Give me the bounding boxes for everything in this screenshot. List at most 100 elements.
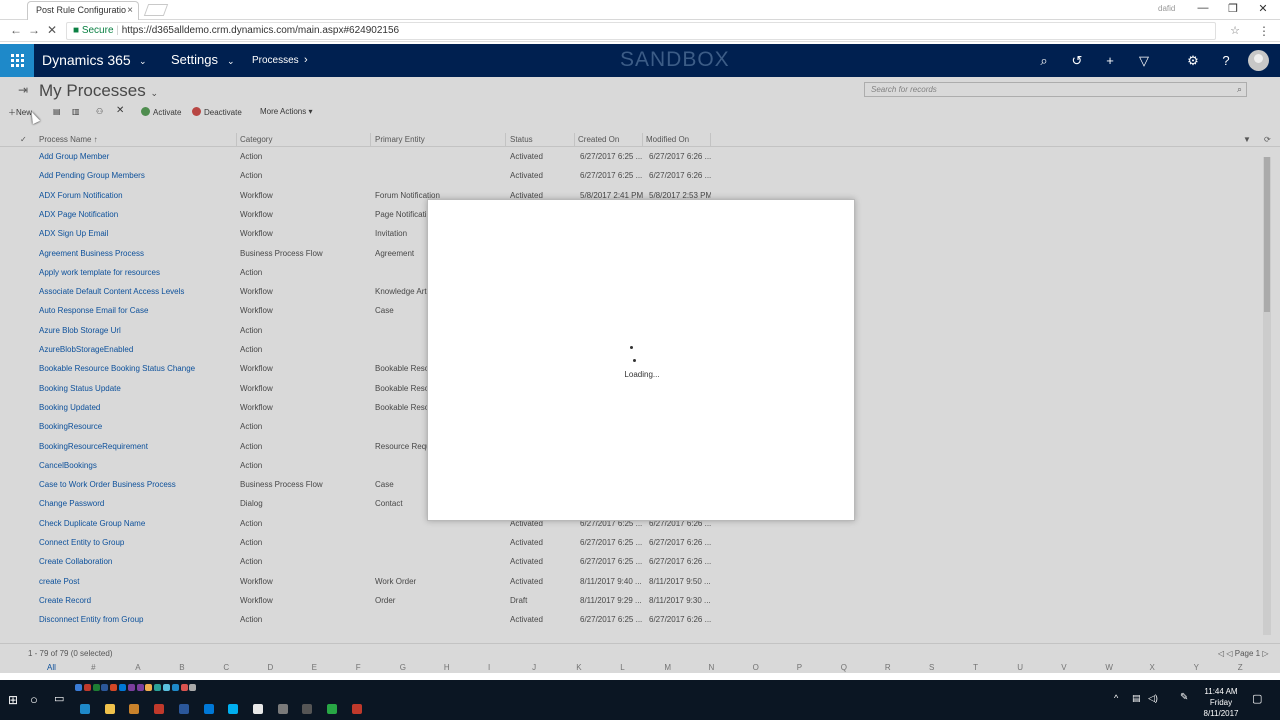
taskbar-app-icon[interactable] [178,704,189,714]
chevron-down-icon[interactable]: ⌄ [139,56,147,67]
copy-icon[interactable]: ▥ [72,107,80,116]
avatar[interactable] [1248,50,1269,71]
column-modified-on[interactable]: Modified On [646,135,689,144]
alpha-filter-item[interactable]: All [47,663,56,672]
select-all-checkbox[interactable]: ✓ [20,135,27,144]
refresh-icon[interactable]: ⟳ [1264,135,1271,144]
filter-icon[interactable]: ▼ [1243,135,1251,144]
forward-arrow-icon[interactable]: → [28,23,40,37]
task-view-icon[interactable]: ▭ [54,692,64,705]
taskbar-app-icon[interactable] [203,704,214,714]
table-row[interactable]: Create Record Workflow Order Draft 8/11/2017… [0,592,1260,611]
cell-name[interactable]: Create Collaboration [39,557,234,566]
quick-launch-icon[interactable] [154,684,162,691]
tab-close-icon[interactable]: × [127,2,133,19]
cell-name[interactable]: Add Pending Group Members [39,171,234,180]
more-actions-button[interactable]: More Actions ▾ [260,107,313,116]
quick-launch-icon[interactable] [189,684,197,691]
alpha-filter-item[interactable]: # [91,663,95,672]
cell-name[interactable]: ADX Page Notification [39,210,234,219]
column-category[interactable]: Category [240,135,272,144]
alpha-filter-item[interactable]: B [179,663,184,672]
alpha-filter-item[interactable]: W [1105,663,1113,672]
alpha-filter-item[interactable]: K [576,663,581,672]
alpha-filter-item[interactable]: D [268,663,274,672]
chevron-right-icon[interactable]: › [304,54,308,66]
alpha-filter-item[interactable]: I [488,663,490,672]
quick-launch-icon[interactable] [136,684,144,691]
quick-launch-icon[interactable] [180,684,188,691]
alpha-filter-item[interactable]: S [929,663,934,672]
taskbar-app-icon[interactable] [228,704,239,714]
table-row[interactable]: create Post Workflow Work Order Activated 8/… [0,573,1260,592]
pen-icon[interactable]: ✎ [1180,692,1188,703]
cell-name[interactable]: Agreement Business Process [39,249,234,258]
grid-scrollbar-thumb[interactable] [1264,157,1270,312]
taskbar-app-icon[interactable] [252,704,263,714]
quick-launch-icon[interactable] [83,684,91,691]
cell-name[interactable]: BookingResourceRequirement [39,442,234,451]
minimize-icon[interactable]: — [1193,2,1213,14]
quick-launch-icon[interactable] [145,684,153,691]
taskbar-app-icon[interactable] [351,704,362,714]
chevron-down-icon[interactable]: ⌄ [227,56,235,67]
alpha-filter-item[interactable]: P [797,663,802,672]
help-icon[interactable]: ? [1216,53,1236,68]
taskbar-app-icon[interactable] [80,704,90,714]
alpha-filter-item[interactable]: Z [1238,663,1243,672]
taskbar-app-icon[interactable] [277,704,288,714]
cell-name[interactable]: ADX Forum Notification [39,191,234,200]
pager[interactable]: ◁ ◁ Page 1 ▷ [1218,649,1268,658]
quick-launch-icon[interactable] [171,684,179,691]
cell-name[interactable]: ADX Sign Up Email [39,229,234,238]
cell-name[interactable]: Booking Updated [39,403,234,412]
app-launcher-icon[interactable] [0,44,34,77]
cell-name[interactable]: Connect Entity to Group [39,538,234,547]
cell-name[interactable]: BookingResource [39,422,234,431]
table-row[interactable]: Add Pending Group Members Action Activated… [0,167,1260,186]
cell-name[interactable]: Associate Default Content Access Levels [39,287,234,296]
quick-launch-icon[interactable] [92,684,100,691]
alpha-filter-item[interactable]: L [620,663,624,672]
alpha-filter-item[interactable]: H [444,663,450,672]
alpha-filter-item[interactable]: X [1150,663,1155,672]
recent-history-icon[interactable]: ↺ [1067,53,1087,69]
alpha-filter-item[interactable]: U [1017,663,1023,672]
alpha-filter-item[interactable]: C [223,663,229,672]
settings-area-menu[interactable]: Settings [171,52,218,67]
table-row[interactable]: Disconnect Entity from Group Action Activa… [0,611,1260,630]
gear-icon[interactable]: ⚙ [1183,53,1203,69]
notifications-icon[interactable]: ▢ [1252,692,1262,705]
quick-launch-icon[interactable] [110,684,118,691]
taskbar-app-icon[interactable] [327,704,337,714]
alpha-filter-item[interactable]: Q [841,663,847,672]
search-input[interactable]: Search for records ⌕ [864,82,1247,97]
browser-tab[interactable]: Post Rule Configuratio × [27,1,139,20]
column-status[interactable]: Status [510,135,533,144]
cell-name[interactable]: Booking Status Update [39,384,234,393]
edit-icon[interactable]: ▤ [53,107,61,116]
volume-icon[interactable]: ◁) [1148,693,1158,704]
column-created-on[interactable]: Created On [578,135,619,144]
browser-profile-name[interactable]: dafid [1158,4,1175,13]
alpha-filter-item[interactable]: J [532,663,536,672]
alpha-filter-item[interactable]: Y [1194,663,1199,672]
new-tab-button[interactable] [143,4,169,16]
cell-name[interactable]: Check Duplicate Group Name [39,519,234,528]
table-row[interactable]: Connect Entity to Group Action Activated 6/… [0,534,1260,553]
back-arrow-icon[interactable]: ← [10,23,22,37]
column-process-name[interactable]: Process Name ↑ [39,135,98,144]
pin-icon[interactable]: ⇥ [18,83,28,97]
cell-name[interactable]: create Post [39,577,234,586]
search-icon[interactable]: ⌕ [1237,83,1242,96]
breadcrumb-processes[interactable]: Processes [252,55,299,66]
cell-name[interactable]: Disconnect Entity from Group [39,615,234,624]
alpha-filter-item[interactable]: A [135,663,140,672]
cell-name[interactable]: Bookable Resource Booking Status Change [39,364,234,373]
cell-name[interactable]: Change Password [39,499,234,508]
quick-launch-icon[interactable] [75,684,82,691]
windows-start-icon[interactable]: ⊞ [8,693,18,707]
search-icon[interactable]: ⌕ [1034,53,1054,69]
quick-create-icon[interactable]: + [1100,53,1120,68]
alpha-filter-item[interactable]: G [400,663,406,672]
